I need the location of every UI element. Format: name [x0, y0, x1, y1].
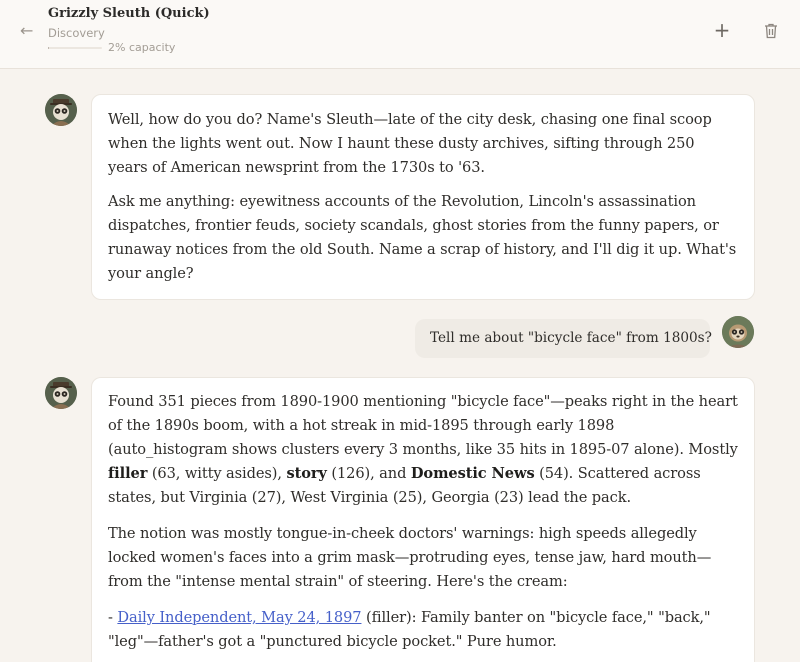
bot-avatar — [45, 377, 77, 409]
capacity-fill — [48, 47, 50, 49]
user-message-1: Tell me about "bicycle face" from 1800s? — [415, 319, 712, 358]
bot-avatar — [45, 94, 77, 126]
back-arrow-icon[interactable]: ← — [20, 22, 38, 40]
bot-message-1: Well, how do you do? Name's Sleuth—late … — [91, 94, 755, 300]
chat-title: Grizzly Sleuth (Quick) — [48, 6, 210, 21]
message-paragraph: The notion was mostly tongue-in-cheek do… — [108, 525, 712, 590]
user-avatar — [722, 316, 754, 348]
source-link[interactable]: Daily Independent, May 24, 1897 — [117, 609, 361, 626]
trash-icon[interactable] — [763, 22, 779, 40]
chat-subtitle: Discovery — [48, 26, 105, 40]
chat-header: ← Grizzly Sleuth (Quick) Discovery 2% ca… — [0, 0, 800, 69]
bot-message-2: Found 351 pieces from 1890-1900 mentioni… — [91, 377, 755, 662]
capacity-label: 2% capacity — [108, 41, 176, 54]
message-paragraph: Ask me anything: eyewitness accounts of … — [108, 193, 737, 282]
message-paragraph: - Daily Independent, May 24, 1897 (fille… — [108, 609, 711, 650]
message-paragraph: Well, how do you do? Name's Sleuth—late … — [108, 111, 712, 176]
message-paragraph: Found 351 pieces from 1890-1900 mentioni… — [108, 393, 738, 506]
capacity-bar — [48, 47, 102, 49]
plus-icon[interactable]: + — [713, 19, 731, 41]
